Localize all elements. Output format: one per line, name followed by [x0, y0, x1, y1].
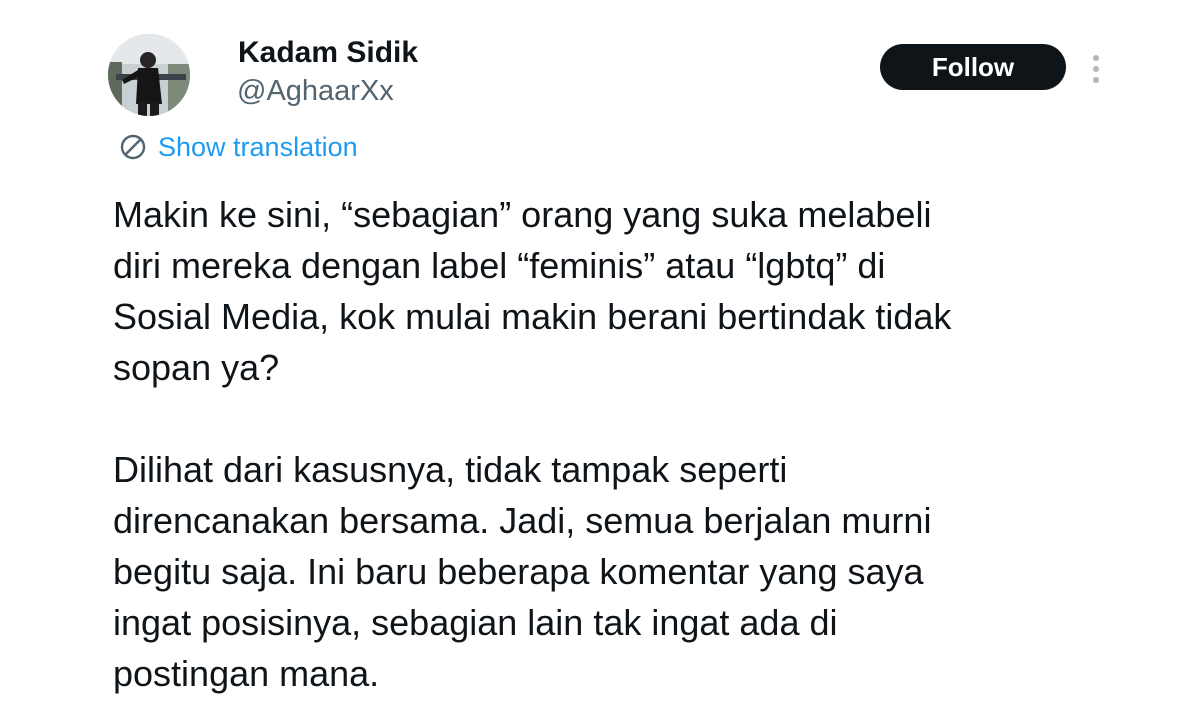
text-line: Makin ke sini, “sebagian” orang yang suk… — [113, 194, 932, 235]
text-line: diri mereka dengan label “feminis” atau … — [113, 245, 886, 286]
text-line: postingan mana. — [113, 653, 380, 694]
text-line: direncanakan bersama. Jadi, semua berjal… — [113, 500, 932, 541]
author-display-name[interactable]: Kadam Sidik — [238, 34, 418, 72]
text-line: ingat posisinya, sebagian lain tak ingat… — [113, 602, 838, 643]
author-handle[interactable]: @AghaarXx — [237, 72, 394, 110]
globe-icon — [120, 134, 146, 160]
follow-button[interactable]: Follow — [880, 44, 1066, 90]
text-line: sopan ya? — [113, 347, 280, 388]
avatar-photo — [108, 34, 190, 116]
post-text: Makin ke sini, “sebagian” orang yang suk… — [113, 189, 1153, 699]
tweet-card: Kadam Sidik @AghaarXx Follow Show transl… — [0, 0, 1200, 721]
more-options-icon[interactable] — [1084, 52, 1108, 86]
text-line: Dilihat dari kasusnya, tidak tampak sepe… — [113, 449, 788, 490]
text-line: Sosial Media, kok mulai makin berani ber… — [113, 296, 952, 337]
post-paragraph-2: Dilihat dari kasusnya, tidak tampak sepe… — [113, 444, 1153, 699]
avatar[interactable] — [108, 34, 190, 116]
post-paragraph-1: Makin ke sini, “sebagian” orang yang suk… — [113, 189, 1153, 393]
show-translation-link[interactable]: Show translation — [118, 128, 358, 166]
text-line: begitu saja. Ini baru beberapa komentar … — [113, 551, 924, 592]
show-translation-label: Show translation — [158, 131, 358, 162]
